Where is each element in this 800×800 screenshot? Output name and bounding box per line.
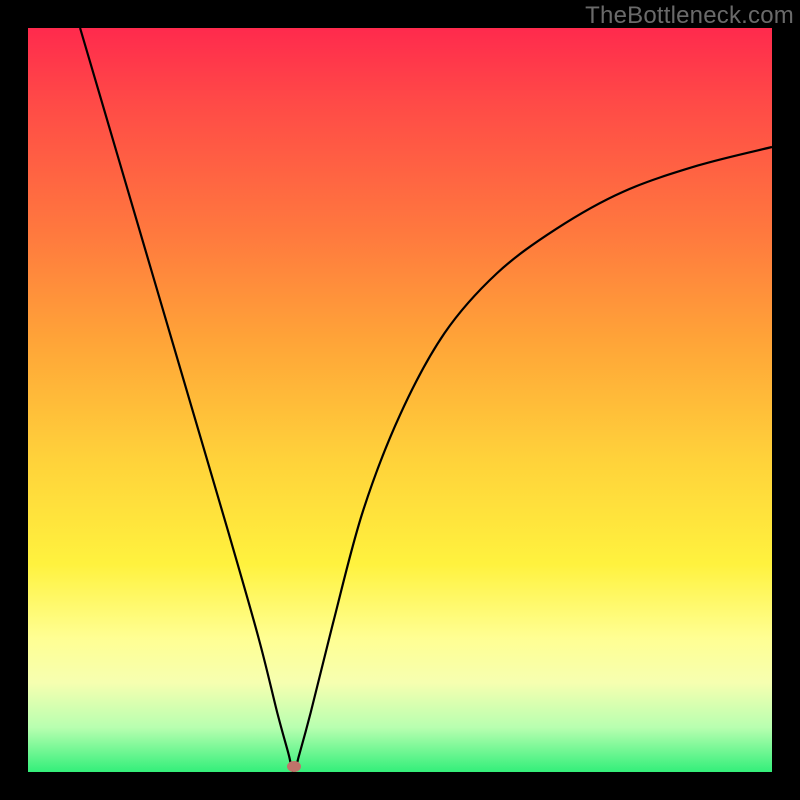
chart-frame: TheBottleneck.com bbox=[0, 0, 800, 800]
bottleneck-curve bbox=[28, 28, 772, 772]
watermark-text: TheBottleneck.com bbox=[585, 2, 794, 30]
curve-path bbox=[80, 28, 772, 772]
optimum-marker bbox=[287, 761, 301, 772]
